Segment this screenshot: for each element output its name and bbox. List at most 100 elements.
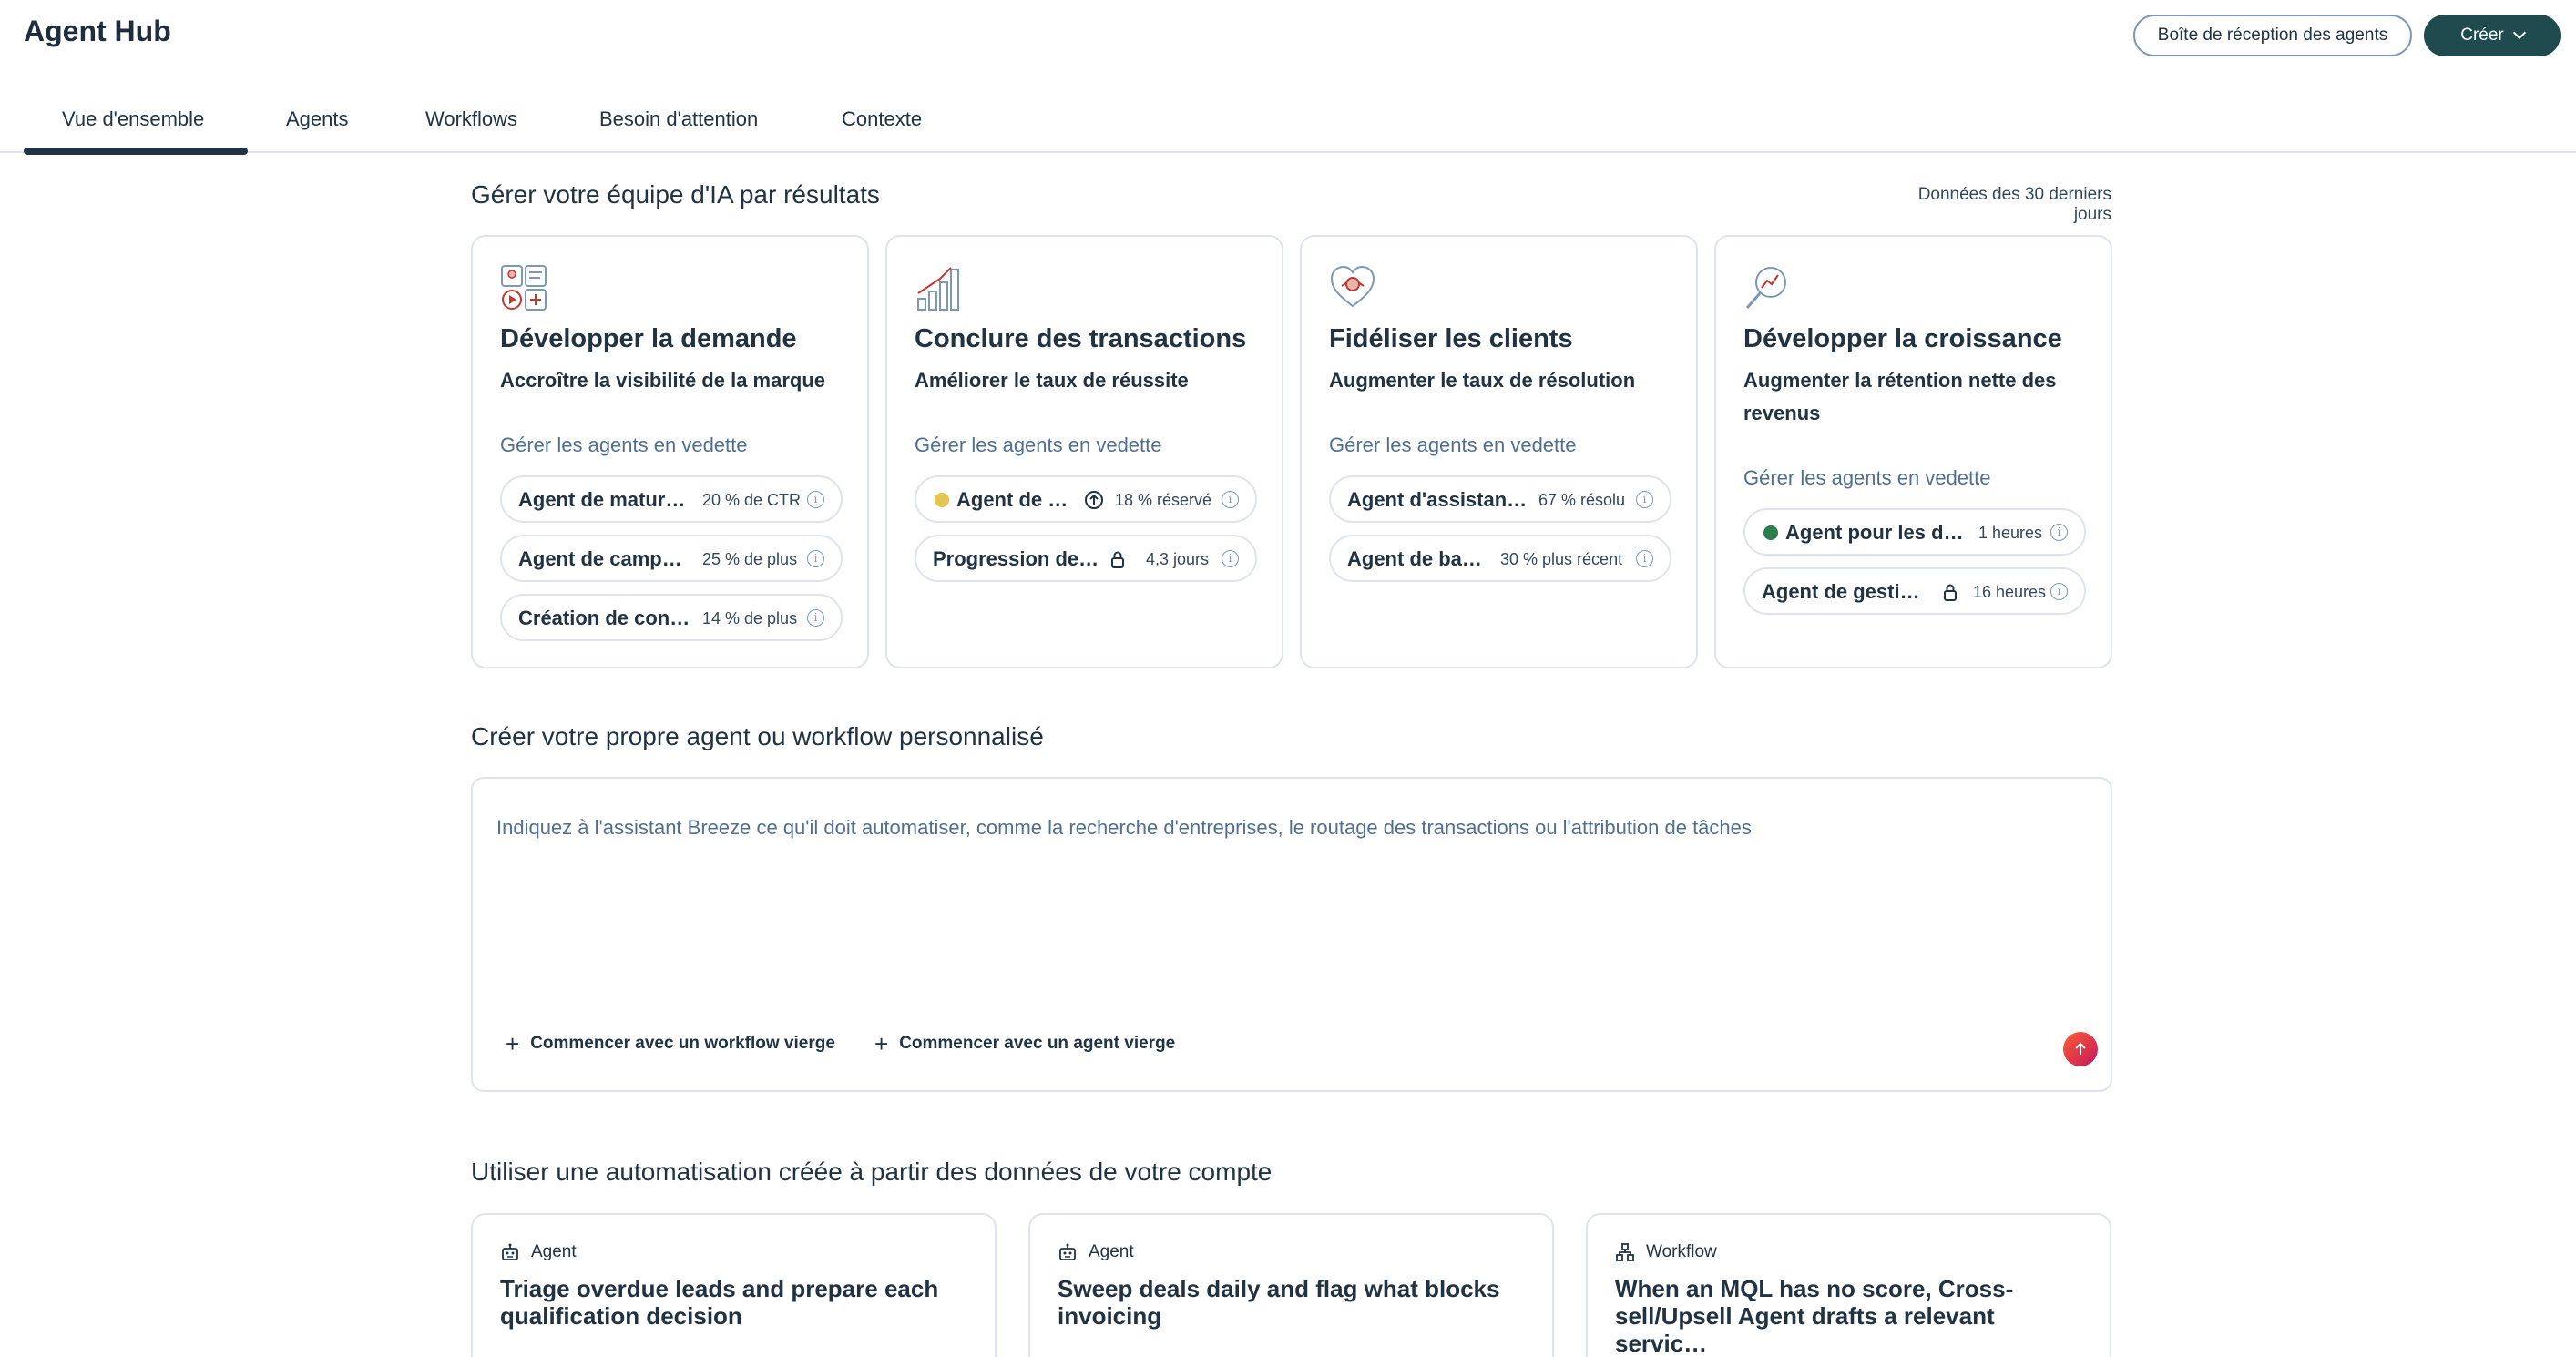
featured-agent-pill[interactable]: Agent de p… 18 % réservé i — [915, 475, 1257, 523]
tab-overview[interactable]: Vue d'ensemble — [62, 107, 204, 131]
agent-metric: 67 % résolu — [1538, 491, 1626, 509]
info-icon[interactable]: i — [1636, 550, 1653, 567]
tab-bar: Vue d'ensemble Agents Workflows Besoin d… — [0, 91, 2576, 155]
automation-kind-label: Agent — [1089, 1242, 1134, 1261]
outcome-card-growth[interactable]: Développer la croissance Augmenter la ré… — [1714, 235, 2112, 668]
suggested-automation-card[interactable]: Agent Sweep deals daily and flag what bl… — [1028, 1213, 1554, 1357]
tab-agents[interactable]: Agents — [286, 107, 349, 131]
automation-kind: Agent — [1058, 1242, 1134, 1262]
featured-agent-pill[interactable]: Progression des … 4,3 jours i — [915, 535, 1257, 582]
agent-metric: 25 % de plus — [702, 550, 798, 568]
card-subtitle: Augmenter le taux de résolution — [1329, 369, 1636, 392]
featured-agent-pill[interactable]: Agent de bas… 30 % plus récent i — [1329, 535, 1671, 582]
card-title: Développer la demande — [500, 324, 797, 353]
agent-metric: 1 heures — [1978, 524, 2043, 542]
start-blank-workflow-label: Commencer avec un workflow vierge — [530, 1034, 835, 1053]
agent-name: Progression des … — [933, 547, 1100, 570]
card-title: Fidéliser les clients — [1329, 324, 1573, 353]
builder-section-title: Créer votre propre agent ou workflow per… — [471, 722, 1044, 750]
outcome-card-demand[interactable]: Développer la demande Accroître la visib… — [471, 235, 869, 668]
arrow-up-circle-icon — [1085, 491, 1103, 509]
automation-kind: Agent — [500, 1242, 577, 1262]
heart-customer-icon — [1330, 265, 1375, 308]
automation-title: Triage overdue leads and prepare each qu… — [500, 1275, 939, 1330]
automation-title: Sweep deals daily and flag what blocks i… — [1058, 1275, 1500, 1330]
chevron-down-icon — [2512, 26, 2526, 40]
magnifier-growth-icon — [1745, 267, 1786, 309]
page-title: Agent Hub — [24, 15, 171, 47]
agent-name: Agent d'assistanc… — [1347, 488, 1529, 511]
bar-growth-icon — [917, 267, 959, 311]
manage-agents-link[interactable]: Gérer les agents en vedette — [1743, 466, 1991, 490]
create-button-label: Créer — [2460, 26, 2504, 45]
info-icon[interactable]: i — [1636, 491, 1653, 508]
info-icon[interactable]: i — [2050, 583, 2068, 600]
robot-icon — [502, 1243, 518, 1260]
outcome-card-retention[interactable]: Fidéliser les clients Augmenter le taux … — [1300, 235, 1698, 668]
agent-metric: 4,3 jours — [1146, 550, 1210, 568]
plus-icon: + — [874, 1030, 889, 1057]
info-icon[interactable]: i — [2050, 524, 2068, 541]
agent-name: Agent de matura… — [518, 488, 691, 511]
outcomes-section-title: Gérer votre équipe d'IA par résultats — [471, 180, 880, 209]
card-subtitle: Accroître la visibilité de la marque — [500, 369, 826, 392]
card-title: Développer la croissance — [1743, 324, 2062, 353]
create-button[interactable]: Créer — [2424, 15, 2561, 56]
agent-metric: 16 heures — [1973, 583, 2047, 601]
workflow-icon — [1616, 1243, 1634, 1261]
suggested-automation-card[interactable]: Workflow When an MQL has no score, Cross… — [1586, 1213, 2111, 1357]
agent-inbox-button[interactable]: Boîte de réception des agents — [2133, 15, 2412, 56]
tab-context[interactable]: Contexte — [842, 107, 922, 131]
featured-agent-pill[interactable]: Agent d'assistanc… 67 % résolu i — [1329, 475, 1671, 523]
suggested-automation-card[interactable]: Agent Triage overdue leads and prepare e… — [471, 1213, 997, 1357]
manage-agents-link[interactable]: Gérer les agents en vedette — [1329, 434, 1577, 457]
tab-workflows[interactable]: Workflows — [425, 107, 517, 131]
agent-name: Agent de gestio… — [1762, 580, 1931, 603]
info-icon[interactable]: i — [807, 609, 824, 627]
send-button[interactable] — [2063, 1032, 2098, 1066]
agent-metric: 18 % réservé — [1115, 491, 1212, 509]
manage-agents-link[interactable]: Gérer les agents en vedette — [915, 434, 1162, 457]
card-subtitle: Améliorer le taux de réussite — [915, 369, 1189, 392]
agent-metric: 14 % de plus — [702, 609, 798, 627]
robot-icon — [1059, 1243, 1076, 1260]
info-icon[interactable]: i — [1222, 491, 1239, 508]
agent-name: Agent de bas… — [1347, 547, 1493, 570]
app-header: Agent Hub Boîte de réception des agents … — [0, 0, 2576, 73]
automation-kind: Workflow — [1615, 1242, 1717, 1262]
agent-metric: 30 % plus récent — [1500, 550, 1623, 568]
start-blank-agent-label: Commencer avec un agent vierge — [899, 1034, 1176, 1053]
featured-agent-pill[interactable]: Agent de matura… 20 % de CTR i — [500, 475, 843, 523]
status-dot — [1763, 525, 1778, 540]
plus-icon: + — [506, 1030, 520, 1057]
start-blank-workflow-button[interactable]: + Commencer avec un workflow vierge — [506, 1030, 835, 1057]
agent-name: Création de cont… — [518, 607, 691, 629]
start-blank-agent-button[interactable]: + Commencer avec un agent vierge — [874, 1030, 1176, 1057]
agent-metric: 20 % de CTR — [702, 491, 802, 509]
featured-agent-pill[interactable]: Agent de campa… 25 % de plus i — [500, 535, 843, 582]
outcome-card-deals[interactable]: Conclure des transactions Améliorer le t… — [885, 235, 1283, 668]
agent-prompt-composer[interactable]: Indiquez à l'assistant Breeze ce qu'il d… — [471, 777, 2112, 1092]
arrow-up-icon — [2075, 1042, 2086, 1055]
featured-agent-pill[interactable]: Création de cont… 14 % de plus i — [500, 594, 843, 641]
tab-needs-attention[interactable]: Besoin d'attention — [599, 107, 758, 131]
info-icon[interactable]: i — [807, 491, 824, 508]
active-tab-indicator — [24, 148, 248, 155]
manage-agents-link[interactable]: Gérer les agents en vedette — [500, 434, 748, 457]
card-subtitle: Augmenter la rétention nette des revenus — [1743, 369, 2057, 424]
agent-name: Agent de p… — [956, 488, 1073, 511]
lock-icon — [1944, 584, 1957, 601]
featured-agent-pill[interactable]: Agent pour les do… 1 heures i — [1743, 508, 2086, 556]
card-title: Conclure des transactions — [915, 324, 1247, 353]
status-dot — [935, 493, 949, 507]
prompt-placeholder[interactable]: Indiquez à l'assistant Breeze ce qu'il d… — [496, 816, 1752, 840]
agent-name: Agent de campa… — [518, 547, 691, 570]
data-range-note: Données des 30 derniers jours — [1917, 185, 2111, 224]
automation-title: When an MQL has no score, Cross-sell/Ups… — [1615, 1275, 2014, 1357]
featured-agent-pill[interactable]: Agent de gestio… 16 heures i — [1743, 567, 2086, 615]
suggestions-section-title: Utiliser une automatisation créée à part… — [471, 1158, 1273, 1186]
info-icon[interactable]: i — [807, 550, 824, 567]
info-icon[interactable]: i — [1222, 550, 1239, 567]
automation-kind-label: Workflow — [1646, 1242, 1717, 1261]
lock-icon — [1111, 551, 1124, 568]
